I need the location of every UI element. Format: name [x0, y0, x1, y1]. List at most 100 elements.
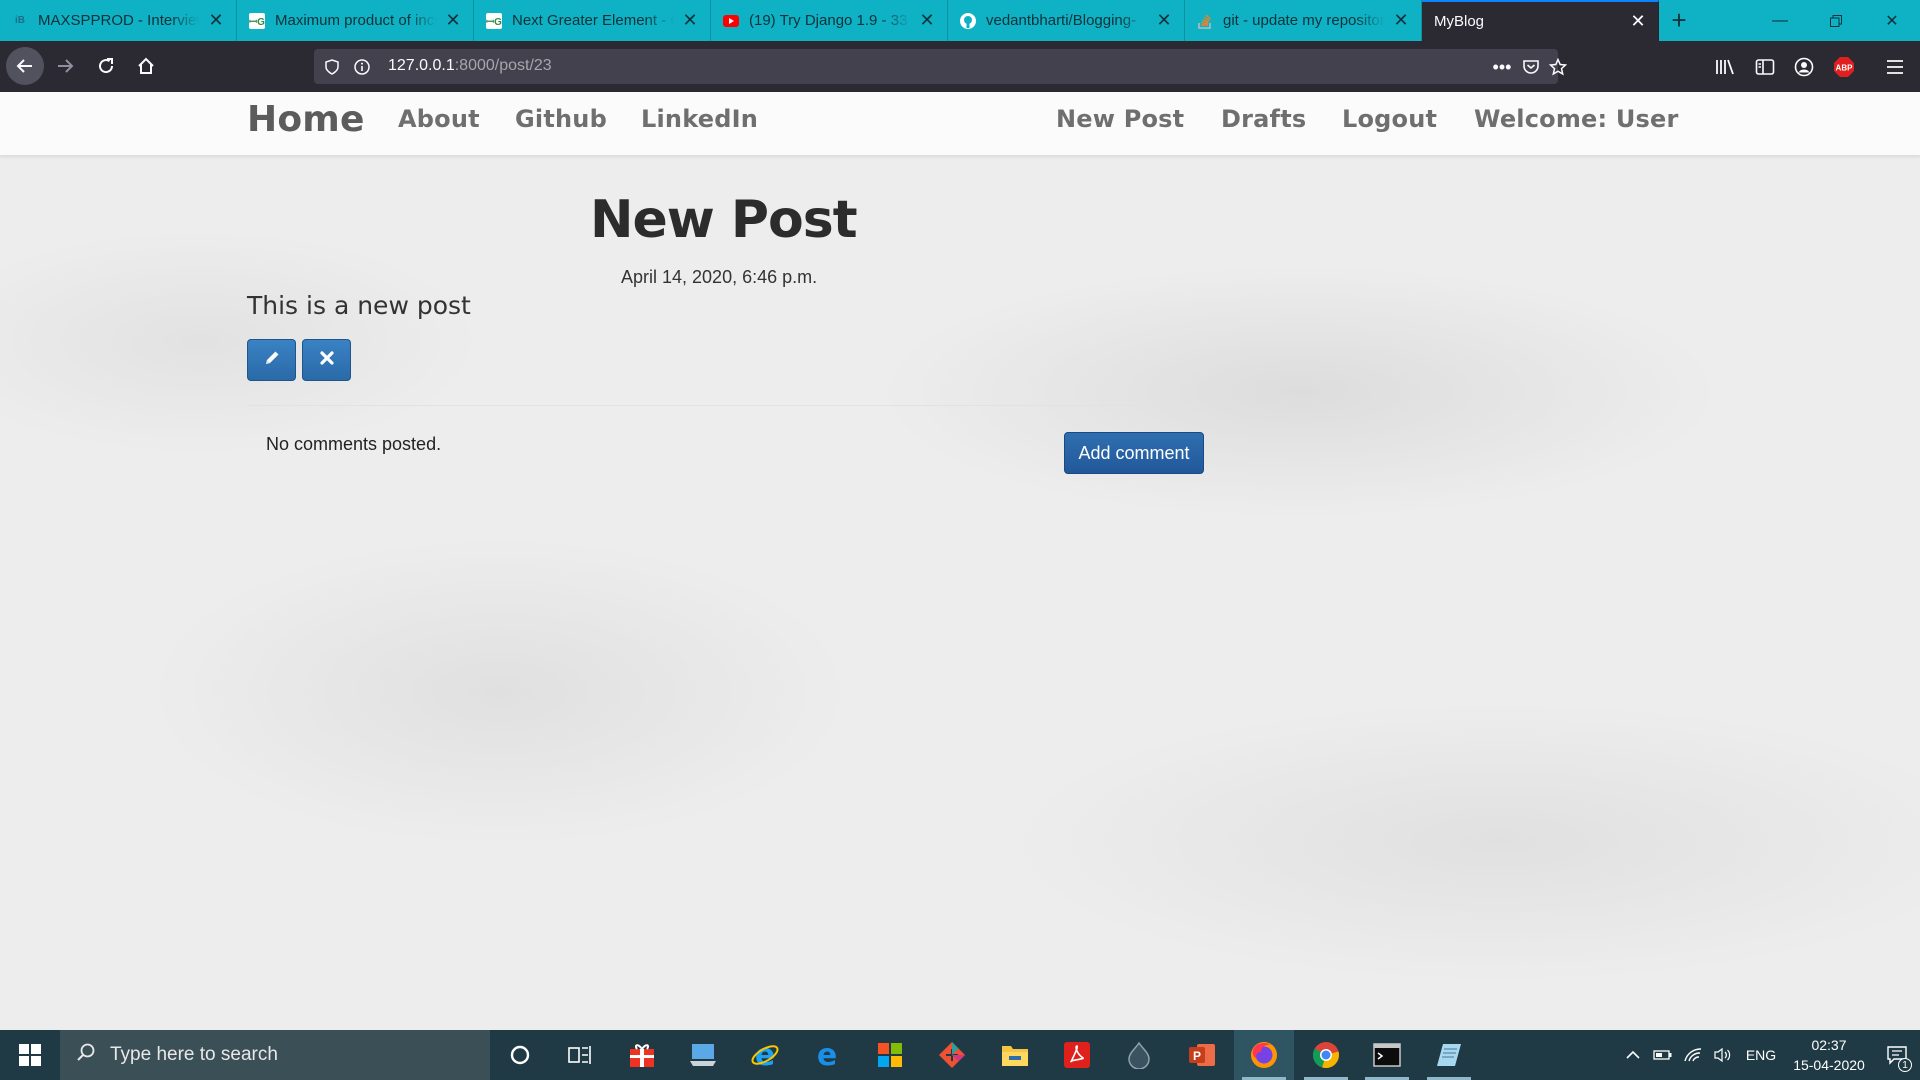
- tab-title: Next Greater Element - GeeksforGeeks: [512, 12, 674, 29]
- svg-text:ABP: ABP: [1836, 64, 1854, 73]
- firefox-icon: [1251, 1042, 1277, 1068]
- clock[interactable]: 02:37 15-04-2020: [1784, 1035, 1874, 1075]
- window-controls: ― ✕: [1752, 0, 1920, 41]
- close-tab-icon[interactable]: ✕: [1391, 10, 1411, 31]
- close-window-icon[interactable]: ✕: [1864, 0, 1920, 41]
- nav-home-link[interactable]: Home: [247, 99, 365, 140]
- notepad-icon: [1437, 1044, 1461, 1066]
- nav-logout-link[interactable]: Logout: [1342, 105, 1437, 133]
- taskbar-app-office[interactable]: [860, 1030, 920, 1080]
- delete-post-button[interactable]: [302, 339, 351, 381]
- office-tiles-icon: [878, 1043, 902, 1067]
- taskbar-search[interactable]: Type here to search: [60, 1030, 490, 1080]
- back-button[interactable]: [6, 47, 44, 85]
- terminal-icon: [1373, 1043, 1401, 1067]
- taskbar-app-notepad[interactable]: [1419, 1030, 1479, 1080]
- adblock-plus-icon[interactable]: ABP: [1832, 55, 1856, 79]
- task-view-button[interactable]: [550, 1030, 610, 1080]
- close-tab-icon[interactable]: ✕: [1154, 10, 1174, 31]
- tab-myblog[interactable]: MyBlog ✕: [1422, 0, 1659, 41]
- info-icon[interactable]: [352, 57, 372, 77]
- page-content: Home About Github LinkedIn New Post Draf…: [0, 92, 1920, 1030]
- tab-interviewbit[interactable]: iB MAXSPPROD - Interview ✕: [0, 0, 237, 41]
- wifi-icon[interactable]: [1678, 1030, 1708, 1080]
- home-button[interactable]: [127, 47, 165, 85]
- browser-tab-strip: iB MAXSPPROD - Interview ✕ ꟷG Maximum pr…: [0, 0, 1920, 41]
- chevron-up-icon[interactable]: [1618, 1030, 1648, 1080]
- tab-github[interactable]: vedantbharti/Blogging- ✕: [948, 0, 1185, 41]
- battery-icon[interactable]: [1648, 1030, 1678, 1080]
- page-actions-icon[interactable]: •••: [1492, 57, 1512, 77]
- github-icon: [960, 12, 976, 29]
- taskbar-app-acrobat[interactable]: [1047, 1030, 1107, 1080]
- edit-post-button[interactable]: [247, 339, 296, 381]
- nav-welcome-user[interactable]: Welcome: User: [1474, 105, 1679, 133]
- taskbar-app-file-explorer[interactable]: [985, 1030, 1045, 1080]
- taskbar-app-git[interactable]: [922, 1030, 982, 1080]
- svg-text:e: e: [817, 1041, 837, 1069]
- close-tab-icon[interactable]: ✕: [1628, 11, 1648, 32]
- windows-logo-icon: [19, 1044, 41, 1066]
- geeksforgeeks-icon: ꟷG: [486, 12, 502, 29]
- tab-stackoverflow[interactable]: git - update my repository ✕: [1185, 0, 1422, 41]
- add-comment-button[interactable]: Add comment: [1064, 432, 1204, 474]
- gift-icon: [630, 1044, 654, 1067]
- account-icon[interactable]: [1792, 55, 1816, 79]
- powerpoint-icon: P: [1189, 1044, 1215, 1066]
- windows-taskbar: Type here to search e e P ENG 02:37 15-0…: [0, 1030, 1920, 1080]
- taskbar-app-computer[interactable]: [673, 1030, 733, 1080]
- nav-drafts-link[interactable]: Drafts: [1221, 105, 1306, 133]
- hamburger-menu-icon[interactable]: [1883, 55, 1907, 79]
- close-icon: [319, 350, 335, 371]
- post-body: This is a new post: [247, 291, 471, 320]
- nav-about-link[interactable]: About: [398, 105, 480, 133]
- cortana-button[interactable]: [490, 1030, 550, 1080]
- clock-time: 02:37: [1811, 1037, 1847, 1053]
- bookmark-star-icon[interactable]: [1548, 57, 1568, 77]
- url-text[interactable]: 127.0.0.1:8000/post/23: [388, 57, 552, 75]
- nav-linkedin-link[interactable]: LinkedIn: [641, 105, 758, 133]
- tab-title: (19) Try Django 1.9 - 33: [749, 12, 908, 29]
- tab-geeksforgeeks-2[interactable]: ꟷG Next Greater Element - GeeksforGeeks …: [474, 0, 711, 41]
- svg-text:e: e: [755, 1040, 775, 1070]
- pocket-icon[interactable]: [1521, 57, 1541, 77]
- taskbar-app-chrome[interactable]: [1296, 1030, 1356, 1080]
- language-indicator[interactable]: ENG: [1738, 1030, 1784, 1080]
- tab-list: iB MAXSPPROD - Interview ✕ ꟷG Maximum pr…: [0, 0, 1699, 41]
- pencil-icon: [263, 349, 281, 372]
- post-date: April 14, 2020, 6:46 p.m.: [621, 267, 818, 287]
- nav-new-post-link[interactable]: New Post: [1056, 105, 1184, 133]
- close-tab-icon[interactable]: ✕: [680, 10, 700, 31]
- forward-button[interactable]: [46, 47, 84, 85]
- tab-title: git - update my repository: [1223, 12, 1385, 29]
- shield-icon[interactable]: [322, 57, 342, 77]
- search-icon: [76, 1042, 96, 1068]
- task-view-icon: [568, 1046, 591, 1064]
- library-icon[interactable]: [1713, 55, 1737, 79]
- taskbar-app-firefox[interactable]: [1234, 1030, 1294, 1080]
- close-tab-icon[interactable]: ✕: [206, 10, 226, 31]
- new-tab-button[interactable]: +: [1659, 0, 1699, 41]
- tab-geeksforgeeks-1[interactable]: ꟷG Maximum product of increasing ✕: [237, 0, 474, 41]
- stackoverflow-icon: [1197, 13, 1213, 29]
- svg-text:P: P: [1193, 1049, 1201, 1063]
- restore-icon[interactable]: [1808, 0, 1864, 41]
- url-bar[interactable]: 127.0.0.1:8000/post/23 •••: [314, 49, 1567, 84]
- taskbar-app-powerpoint[interactable]: P: [1172, 1030, 1232, 1080]
- taskbar-app-edge[interactable]: e: [797, 1030, 857, 1080]
- notification-center-button[interactable]: 1: [1874, 1030, 1920, 1080]
- minimize-icon[interactable]: ―: [1752, 0, 1808, 41]
- taskbar-app-anaconda[interactable]: [1109, 1030, 1169, 1080]
- taskbar-app-terminal[interactable]: [1357, 1030, 1417, 1080]
- close-tab-icon[interactable]: ✕: [917, 10, 937, 31]
- nav-github-link[interactable]: Github: [515, 105, 607, 133]
- close-tab-icon[interactable]: ✕: [443, 10, 463, 31]
- volume-icon[interactable]: [1708, 1030, 1738, 1080]
- no-comments-text: No comments posted.: [266, 434, 442, 454]
- taskbar-app-gift[interactable]: [612, 1030, 672, 1080]
- start-button[interactable]: [0, 1030, 60, 1080]
- reload-button[interactable]: [87, 47, 125, 85]
- sidebar-icon[interactable]: [1753, 55, 1777, 79]
- tab-youtube[interactable]: (19) Try Django 1.9 - 33 ✕: [711, 0, 948, 41]
- taskbar-app-internet-explorer[interactable]: e: [735, 1030, 795, 1080]
